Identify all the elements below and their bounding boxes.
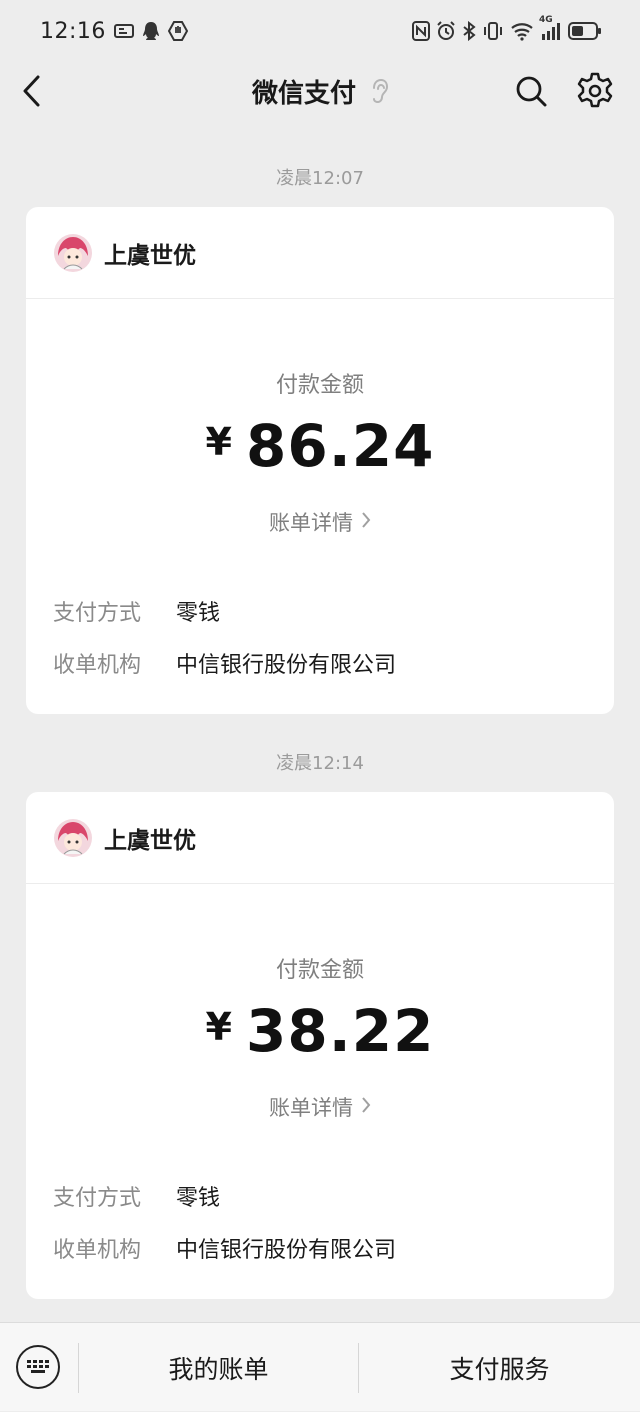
- amount-row: ¥ 38.22: [26, 997, 614, 1065]
- search-icon: [516, 76, 547, 107]
- back-button[interactable]: [18, 74, 48, 108]
- alarm-icon: [436, 21, 456, 41]
- network-type-label: 4G: [539, 15, 553, 25]
- battery-icon: [568, 21, 602, 41]
- bill-details-label: 账单详情: [269, 1096, 353, 1120]
- payment-card[interactable]: 上虞世优 付款金额 ¥ 38.22 账单详情 支付方式 零钱 收单机构 中信银行…: [26, 792, 614, 1299]
- chevron-right-icon: [361, 1095, 371, 1119]
- card-header: 上虞世优: [26, 792, 614, 884]
- payment-card[interactable]: 上虞世优 付款金额 ¥ 86.24 账单详情 支付方式 零钱 收单机构 中信银行…: [26, 207, 614, 714]
- payment-method-row: 支付方式 零钱: [53, 595, 220, 627]
- currency-symbol: ¥: [205, 1005, 232, 1049]
- status-left: 12:16: [40, 19, 188, 44]
- nav-bar: 微信支付: [0, 62, 640, 120]
- merchant-avatar: [54, 233, 92, 272]
- status-right: 4G: [412, 15, 602, 41]
- payment-amount: 86.24: [245, 412, 435, 480]
- notification-app-icon: [113, 23, 134, 39]
- gear-icon: [577, 72, 613, 108]
- currency-symbol: ¥: [205, 420, 232, 464]
- payment-method-value: 零钱: [176, 1186, 221, 1211]
- institution-label: 收单机构: [53, 1238, 142, 1263]
- payment-method-label: 支付方式: [53, 601, 142, 626]
- merchant-name: 上虞世优: [104, 827, 196, 854]
- wifi-icon: [510, 21, 534, 41]
- payment-method-label: 支付方式: [53, 1186, 142, 1211]
- card-header: 上虞世优: [26, 207, 614, 299]
- nfc-icon: [412, 21, 430, 41]
- status-time: 12:16: [40, 18, 106, 44]
- search-button[interactable]: [514, 74, 548, 108]
- institution-value: 中信银行股份有限公司: [176, 653, 397, 678]
- hand-shield-icon: [167, 21, 188, 41]
- bluetooth-icon: [462, 21, 476, 41]
- amount-label: 付款金额: [275, 373, 364, 398]
- bill-details-link[interactable]: 账单详情: [26, 507, 614, 537]
- chevron-right-icon: [361, 510, 371, 534]
- qq-icon: [142, 21, 160, 41]
- chevron-left-icon: [23, 75, 40, 107]
- ear-icon[interactable]: [370, 78, 388, 104]
- amount-label: 付款金额: [275, 958, 364, 983]
- keyboard-toggle-button[interactable]: [16, 1345, 60, 1389]
- pay-services-button[interactable]: 支付服务: [359, 1323, 640, 1412]
- payment-method-value: 零钱: [176, 601, 221, 626]
- amount-row: ¥ 86.24: [26, 412, 614, 480]
- message-timestamp: 凌晨12:07: [276, 168, 364, 189]
- merchant-avatar: [54, 818, 92, 857]
- institution-label: 收单机构: [53, 653, 142, 678]
- keyboard-icon: [27, 1360, 49, 1373]
- institution-row: 收单机构 中信银行股份有限公司: [53, 1232, 396, 1264]
- institution-value: 中信银行股份有限公司: [176, 1238, 397, 1263]
- my-bills-button[interactable]: 我的账单: [79, 1323, 358, 1412]
- bill-details-label: 账单详情: [269, 511, 353, 535]
- message-timestamp: 凌晨12:14: [276, 753, 364, 774]
- merchant-name: 上虞世优: [104, 242, 196, 269]
- payment-amount: 38.22: [245, 997, 435, 1065]
- bill-details-link[interactable]: 账单详情: [26, 1092, 614, 1122]
- nav-title-wrap: 微信支付: [252, 73, 388, 110]
- bottom-menu-bar: 我的账单 支付服务: [0, 1322, 640, 1411]
- payment-method-row: 支付方式 零钱: [53, 1180, 220, 1212]
- status-bar: 12:16 4G: [0, 0, 640, 62]
- institution-row: 收单机构 中信银行股份有限公司: [53, 647, 396, 679]
- signal-icon: 4G: [539, 15, 562, 41]
- page-title: 微信支付: [251, 78, 356, 109]
- settings-button[interactable]: [577, 72, 613, 110]
- vibrate-icon: [482, 21, 504, 41]
